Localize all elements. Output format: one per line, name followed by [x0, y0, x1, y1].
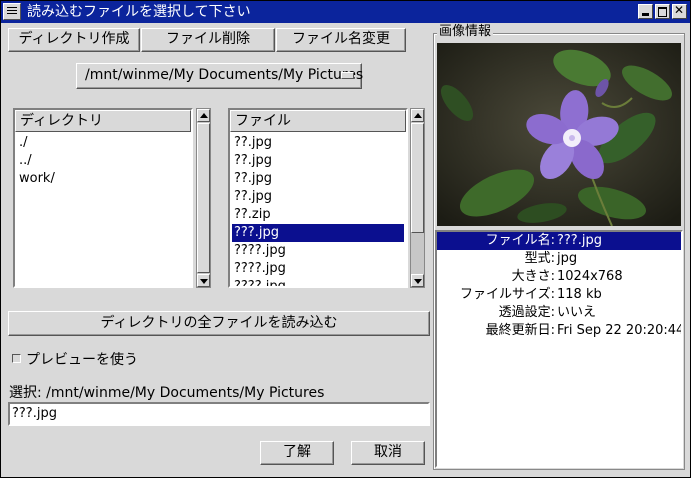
file-item[interactable]: ????.jpg: [232, 260, 404, 278]
info-value: 118 kb: [557, 287, 602, 302]
file-item[interactable]: ??.jpg: [232, 170, 404, 188]
info-value: 1024x768: [557, 269, 623, 284]
info-value: いいえ: [557, 305, 597, 320]
preview-checkbox-label: プレビューを使う: [26, 352, 138, 368]
directory-list-header[interactable]: ディレクトリ: [15, 110, 191, 132]
file-item[interactable]: ????.jpg: [232, 242, 404, 260]
path-dropdown-value: /mnt/winme/My Documents/My Pictures: [85, 67, 364, 83]
preview-checkbox[interactable]: [12, 354, 21, 363]
minimize-icon[interactable]: [638, 4, 653, 19]
delete-file-button[interactable]: ファイル削除: [141, 28, 275, 52]
ok-button[interactable]: 了解: [260, 441, 334, 465]
info-row-filename[interactable]: ファイル名: ???.jpg: [437, 232, 681, 250]
file-item-selected[interactable]: ???.jpg: [232, 224, 404, 242]
window-title: 読み込むファイルを選択して下さい: [27, 4, 251, 20]
info-key: ファイルサイズ:: [460, 287, 555, 302]
file-item[interactable]: ??.jpg: [232, 152, 404, 170]
info-key: 型式:: [524, 251, 555, 266]
path-dropdown[interactable]: /mnt/winme/My Documents/My Pictures: [76, 63, 364, 89]
scroll-up-icon[interactable]: [411, 109, 424, 122]
preview-image: [437, 43, 681, 226]
info-row-modified[interactable]: 最終更新日: Fri Sep 22 20:20:44: [437, 322, 681, 340]
image-info-title: 画像情報: [437, 24, 494, 39]
directory-item[interactable]: ./: [17, 134, 189, 152]
info-value: ???.jpg: [557, 233, 602, 248]
file-item[interactable]: ??.zip: [232, 206, 404, 224]
directory-item[interactable]: ../: [17, 152, 189, 170]
scroll-down-icon[interactable]: [411, 274, 424, 287]
directory-list[interactable]: ディレクトリ ./ ../ work/: [13, 108, 193, 288]
scroll-thumb[interactable]: [411, 123, 424, 233]
info-row-format[interactable]: 型式: jpg: [437, 250, 681, 268]
info-key: 最終更新日:: [485, 323, 555, 338]
load-all-files-button[interactable]: ディレクトリの全ファイルを読み込む: [8, 311, 430, 336]
close-icon[interactable]: [672, 3, 687, 19]
selection-path-label: 選択: /mnt/winme/My Documents/My Pictures: [9, 385, 325, 401]
image-info-list[interactable]: ファイル名: ???.jpg 型式: jpg 大きさ: 1024x768 ファイ…: [435, 230, 683, 468]
maximize-icon[interactable]: [655, 4, 670, 19]
info-key: 透過設定:: [498, 305, 555, 320]
flower-photo: [437, 43, 681, 226]
filename-input[interactable]: ???.jpg: [8, 402, 430, 426]
file-item[interactable]: ????.jpg: [232, 278, 404, 286]
info-value: Fri Sep 22 20:20:44: [557, 323, 683, 338]
title-bar[interactable]: 読み込むファイルを選択して下さい: [1, 1, 690, 23]
info-row-transparency[interactable]: 透過設定: いいえ: [437, 304, 681, 322]
info-key: 大きさ:: [511, 269, 555, 284]
rename-file-button[interactable]: ファイル名変更: [276, 28, 406, 52]
scroll-thumb[interactable]: [197, 123, 210, 273]
file-list-header[interactable]: ファイル: [230, 110, 406, 132]
file-scrollbar[interactable]: [410, 108, 425, 288]
dropdown-indicator-icon: [341, 72, 354, 79]
cancel-button[interactable]: 取消: [351, 441, 425, 465]
filename-input-value: ???.jpg: [12, 406, 57, 421]
scroll-up-icon[interactable]: [197, 109, 210, 122]
window-menu-icon[interactable]: [3, 3, 21, 20]
file-item[interactable]: ??.jpg: [232, 134, 404, 152]
info-value: jpg: [557, 251, 578, 266]
file-item[interactable]: ??.jpg: [232, 188, 404, 206]
info-row-size[interactable]: 大きさ: 1024x768: [437, 268, 681, 286]
file-list[interactable]: ファイル ??.jpg ??.jpg ??.jpg ??.jpg ??.zip …: [228, 108, 408, 288]
info-key: ファイル名:: [485, 233, 555, 248]
mkdir-button[interactable]: ディレクトリ作成: [8, 28, 140, 52]
directory-scrollbar[interactable]: [196, 108, 211, 288]
scroll-down-icon[interactable]: [197, 274, 210, 287]
file-open-dialog: 読み込むファイルを選択して下さい ディレクトリ作成 ファイル削除 ファイル名変更…: [0, 0, 691, 478]
directory-item[interactable]: work/: [17, 170, 189, 188]
info-row-filesize[interactable]: ファイルサイズ: 118 kb: [437, 286, 681, 304]
